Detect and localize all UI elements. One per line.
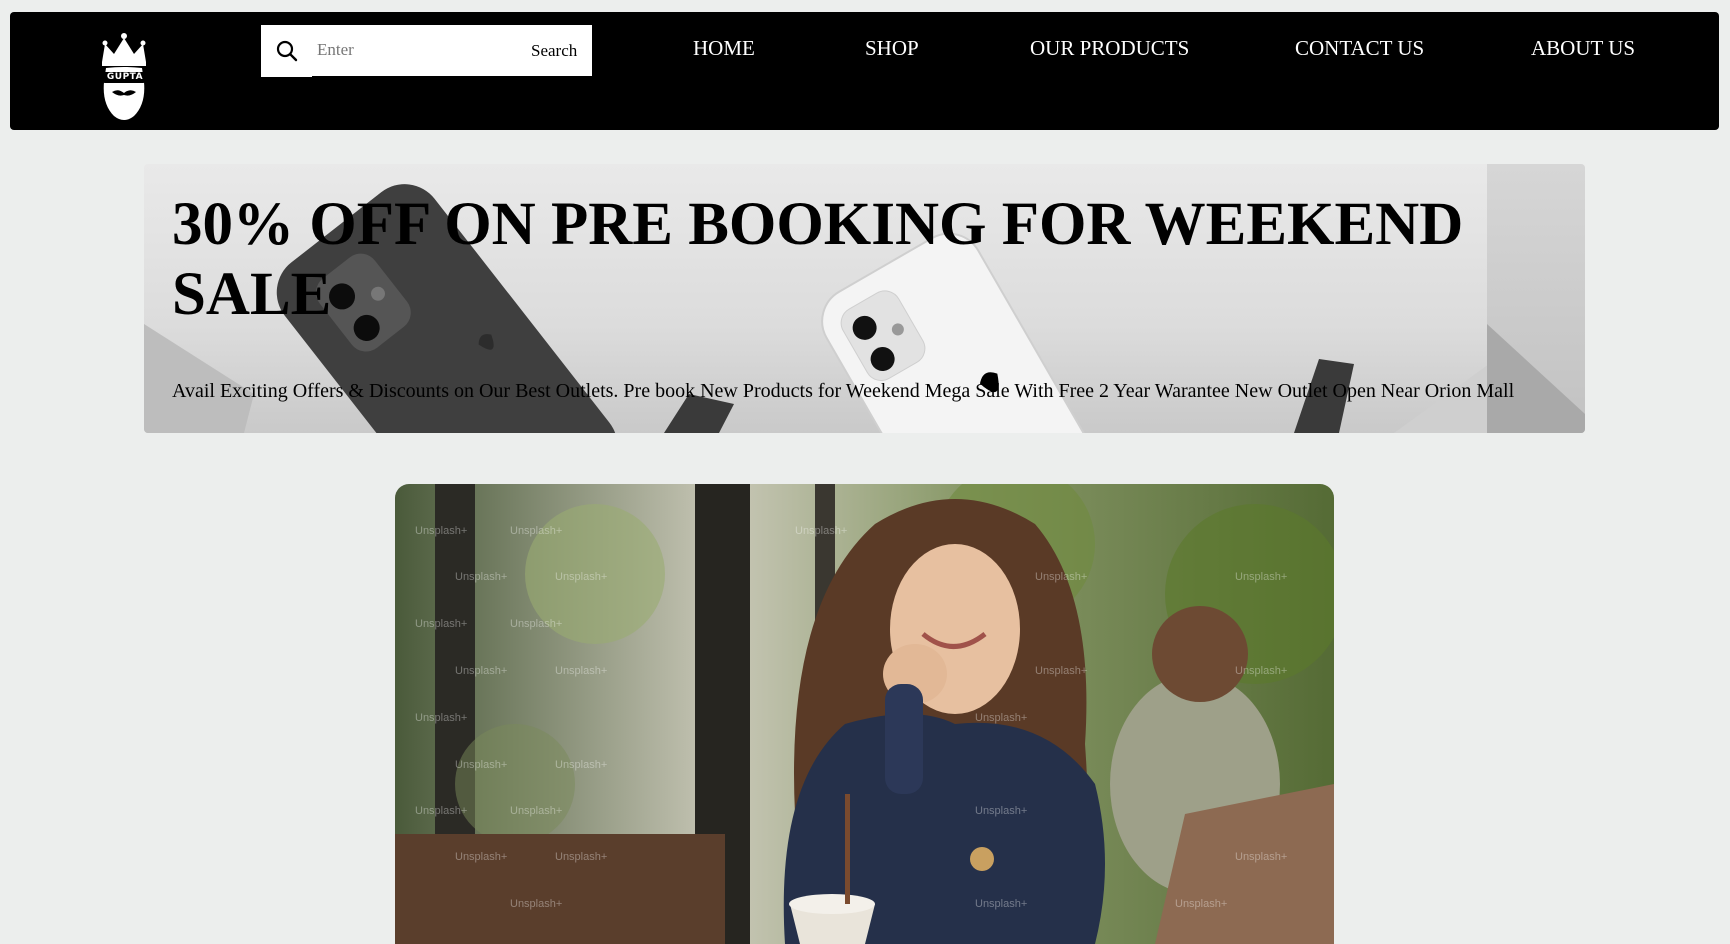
svg-text:Unsplash+: Unsplash+ bbox=[455, 759, 507, 771]
svg-text:Unsplash+: Unsplash+ bbox=[1035, 571, 1087, 583]
svg-text:Unsplash+: Unsplash+ bbox=[1035, 665, 1087, 677]
promo-banner[interactable]: 30% OFF ON PRE BOOKING FOR WEEKEND SALE … bbox=[144, 164, 1585, 433]
banner-title: 30% OFF ON PRE BOOKING FOR WEEKEND SALE bbox=[172, 191, 1464, 328]
nav-contact-us[interactable]: CONTACT US bbox=[1295, 36, 1424, 61]
svg-text:Unsplash+: Unsplash+ bbox=[415, 805, 467, 817]
banner-description: Avail Exciting Offers & Discounts on Our… bbox=[172, 380, 1515, 402]
svg-text:Unsplash+: Unsplash+ bbox=[795, 525, 847, 537]
nav-home[interactable]: HOME bbox=[693, 36, 755, 61]
svg-text:Unsplash+: Unsplash+ bbox=[415, 618, 467, 630]
svg-text:Unsplash+: Unsplash+ bbox=[510, 898, 562, 910]
nav-shop[interactable]: SHOP bbox=[865, 36, 919, 61]
navbar: GUPTA Search HOME SHOP OUR PRODUCTS CONT… bbox=[10, 12, 1719, 130]
svg-text:Unsplash+: Unsplash+ bbox=[975, 805, 1027, 817]
svg-text:Unsplash+: Unsplash+ bbox=[415, 525, 467, 537]
search-bar: Search bbox=[261, 25, 592, 77]
svg-text:Unsplash+: Unsplash+ bbox=[975, 712, 1027, 724]
svg-text:Unsplash+: Unsplash+ bbox=[555, 571, 607, 583]
svg-text:Unsplash+: Unsplash+ bbox=[555, 759, 607, 771]
brand-logo[interactable]: GUPTA bbox=[74, 12, 174, 130]
svg-text:Unsplash+: Unsplash+ bbox=[1235, 571, 1287, 583]
search-input[interactable] bbox=[311, 25, 506, 75]
svg-text:Unsplash+: Unsplash+ bbox=[1175, 898, 1227, 910]
svg-text:Unsplash+: Unsplash+ bbox=[1235, 851, 1287, 863]
hero-image: Unsplash+ Unsplash+ Unsplash+ Unsplash+ … bbox=[395, 484, 1334, 944]
search-button[interactable]: Search bbox=[531, 38, 577, 64]
svg-text:Unsplash+: Unsplash+ bbox=[1235, 665, 1287, 677]
svg-text:Unsplash+: Unsplash+ bbox=[415, 712, 467, 724]
crown-beard-logo-icon bbox=[102, 33, 146, 120]
svg-text:Unsplash+: Unsplash+ bbox=[455, 571, 507, 583]
search-underline bbox=[312, 76, 592, 90]
logo-text: GUPTA bbox=[106, 72, 144, 82]
svg-text:Unsplash+: Unsplash+ bbox=[510, 805, 562, 817]
nav-about-us[interactable]: ABOUT US bbox=[1531, 36, 1635, 61]
svg-text:Unsplash+: Unsplash+ bbox=[975, 898, 1027, 910]
woman-cafe-photo: Unsplash+ Unsplash+ Unsplash+ Unsplash+ … bbox=[395, 484, 1334, 944]
svg-text:Unsplash+: Unsplash+ bbox=[455, 851, 507, 863]
search-icon[interactable] bbox=[275, 39, 299, 63]
svg-text:Unsplash+: Unsplash+ bbox=[555, 851, 607, 863]
svg-text:Unsplash+: Unsplash+ bbox=[455, 665, 507, 677]
svg-text:Unsplash+: Unsplash+ bbox=[555, 665, 607, 677]
svg-text:Unsplash+: Unsplash+ bbox=[510, 618, 562, 630]
svg-text:Unsplash+: Unsplash+ bbox=[510, 525, 562, 537]
nav-our-products[interactable]: OUR PRODUCTS bbox=[1030, 36, 1189, 61]
